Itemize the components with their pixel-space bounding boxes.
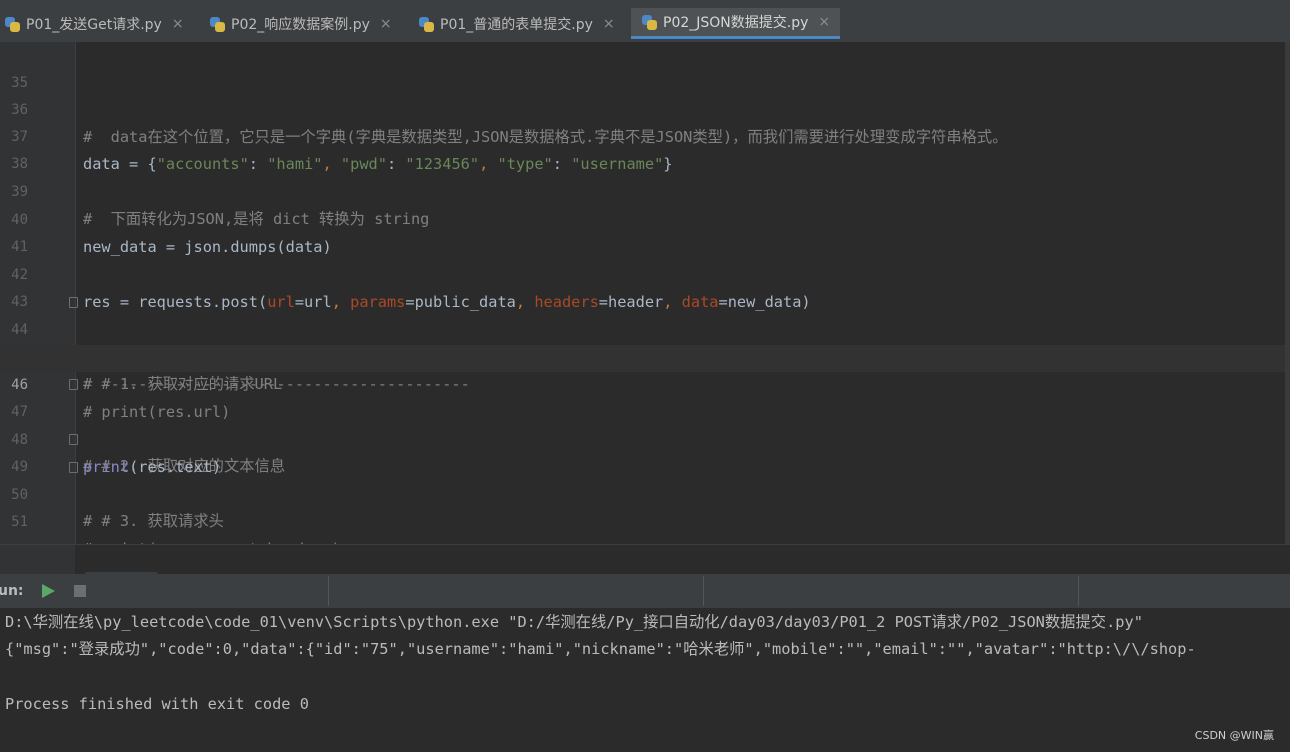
- code-line[interactable]: 47 # # 2. 获取对应的文本信息: [0, 372, 1285, 475]
- run-console[interactable]: D:\华测在线\py_leetcode\code_01\venv\Scripts…: [0, 608, 1290, 752]
- tab-label: P01_发送Get请求.py: [26, 16, 162, 33]
- close-icon[interactable]: ×: [818, 14, 830, 30]
- editor-scrollbar[interactable]: [1285, 42, 1290, 544]
- line-number: 51: [11, 514, 28, 530]
- code-line-current[interactable]: 46 # print(res.url): [0, 345, 1285, 421]
- run-label: un:: [0, 583, 24, 599]
- toolbar-divider: [703, 576, 704, 606]
- console-line: Process finished with exit code 0: [5, 695, 309, 713]
- fold-marker-icon[interactable]: [69, 297, 78, 308]
- console-line: D:\华测在线\py_leetcode\code_01\venv\Scripts…: [5, 613, 1143, 631]
- editor-tab-bar: P01_发送Get请求.py × P02_响应数据案例.py × P01_普通的…: [0, 0, 1290, 42]
- toolbar-divider: [1078, 576, 1079, 606]
- toolbar-divider: [328, 576, 329, 606]
- tab-p02-response[interactable]: P02_响应数据案例.py ×: [209, 8, 392, 39]
- code-line[interactable]: 45 # # 1. 获取对应的请求URL: [0, 317, 1285, 393]
- run-toolbar: un:: [0, 574, 1290, 609]
- python-file-icon: [209, 16, 225, 32]
- fold-marker-icon[interactable]: [69, 379, 78, 390]
- stop-icon[interactable]: [74, 585, 86, 597]
- code-line[interactable]: 37 data = {"accounts": "hami", "pwd": "1…: [0, 97, 1285, 173]
- code-line[interactable]: 44 # -----------------------------------…: [0, 290, 1285, 393]
- code-line[interactable]: 38: [0, 124, 1285, 172]
- code-line[interactable]: 39 # 下面转化为JSON,是将 dict 转换为 string: [0, 152, 1285, 228]
- code-line[interactable]: 41: [0, 207, 1285, 255]
- python-file-icon: [418, 16, 434, 32]
- fold-marker-icon[interactable]: [69, 462, 78, 473]
- code-line[interactable]: 49 # # 3. 获取请求头: [0, 427, 1285, 530]
- code-line[interactable]: 50 # print(res.request.headers): [0, 455, 1285, 558]
- csdn-watermark: CSDN @WIN赢: [1194, 729, 1274, 742]
- close-icon[interactable]: ×: [380, 16, 392, 32]
- panel-splitter[interactable]: [0, 544, 1290, 575]
- python-file-icon: [641, 14, 657, 30]
- tab-p01-get[interactable]: P01_发送Get请求.py ×: [4, 8, 184, 39]
- code-line[interactable]: 42 res = requests.post(url=url, params=p…: [0, 235, 1285, 311]
- tab-p01-form[interactable]: P01_普通的表单提交.py ×: [418, 8, 615, 39]
- code-editor[interactable]: 35 36 # data在这个位置，它只是一个字典(字典是数据类型,JSON是数…: [0, 42, 1290, 558]
- code-line[interactable]: 43: [0, 262, 1285, 310]
- code-line[interactable]: 35: [0, 43, 1285, 91]
- run-icon[interactable]: [42, 584, 55, 598]
- tab-p02-json-active[interactable]: P02_JSON数据提交.py ×: [631, 8, 841, 39]
- code-line[interactable]: 40 new_data = json.dumps(data): [0, 180, 1285, 256]
- tab-label: P02_JSON数据提交.py: [663, 15, 809, 31]
- comment: # # 3. 获取请求头: [83, 512, 224, 530]
- python-file-icon: [4, 16, 20, 32]
- code-line[interactable]: 36 # data在这个位置，它只是一个字典(字典是数据类型,JSON是数据格式…: [0, 70, 1285, 146]
- console-line: {"msg":"登录成功","code":0,"data":{"id":"75"…: [5, 640, 1196, 658]
- close-icon[interactable]: ×: [603, 16, 615, 32]
- fold-marker-icon[interactable]: [69, 434, 78, 445]
- tab-label: P02_响应数据案例.py: [231, 16, 370, 33]
- tab-label: P01_普通的表单提交.py: [440, 16, 593, 33]
- code-line[interactable]: 48 print(res.text): [0, 400, 1285, 476]
- gutter-extension: [0, 545, 75, 575]
- close-icon[interactable]: ×: [172, 16, 184, 32]
- code-line[interactable]: 51: [0, 482, 1285, 530]
